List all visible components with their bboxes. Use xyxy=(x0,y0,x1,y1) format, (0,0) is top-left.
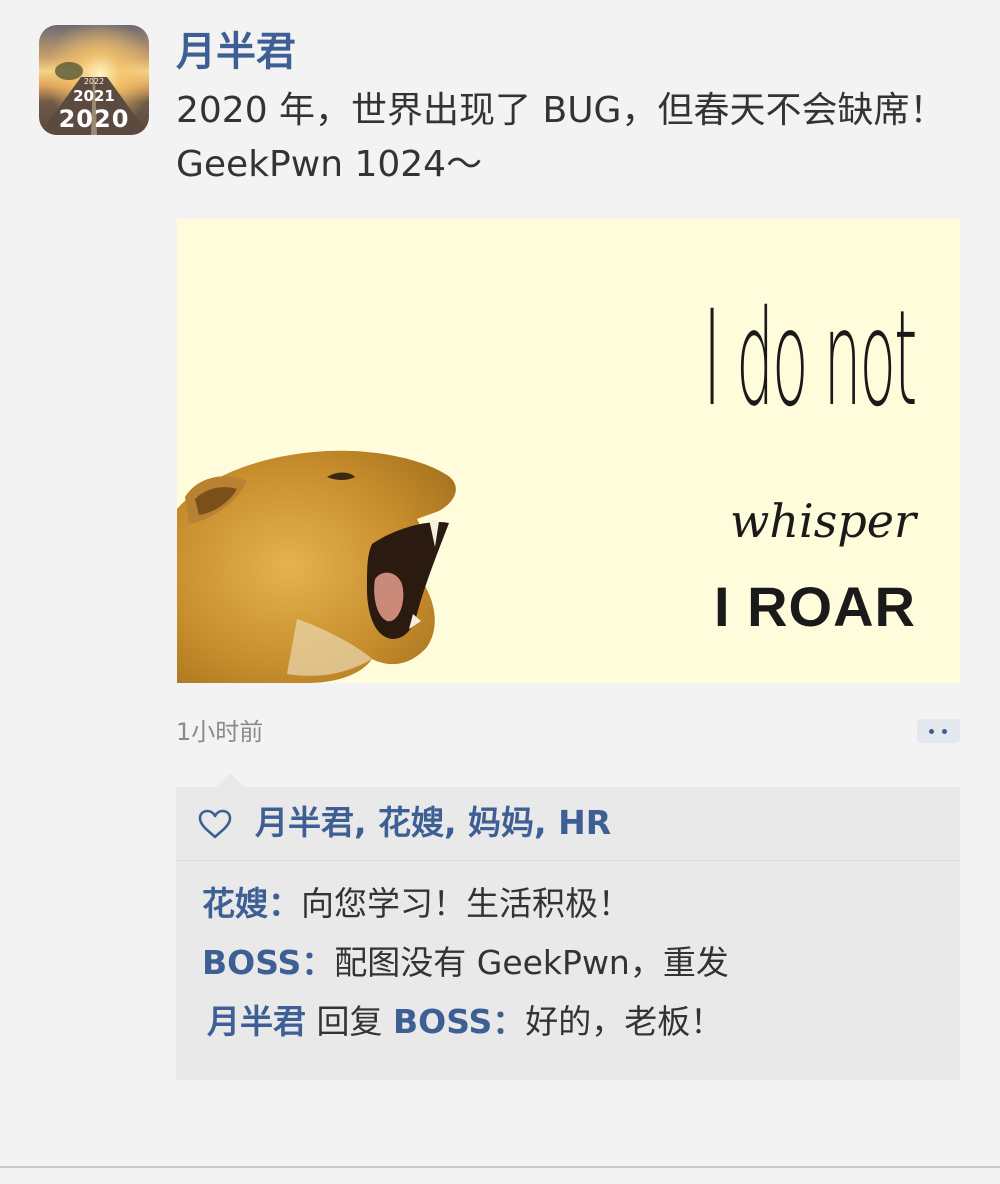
more-options-button[interactable] xyxy=(917,719,960,743)
post-author-name[interactable]: 月半君 xyxy=(176,26,296,78)
comment-separator: ： xyxy=(301,943,335,982)
comment-text: 配图没有 GeekPwn，重发 xyxy=(334,943,729,982)
avatar-year-large: 2020 xyxy=(58,105,130,133)
comment-separator: ： xyxy=(492,1002,526,1041)
comment-reply-to[interactable]: BOSS xyxy=(393,1002,492,1041)
heart-outline-icon xyxy=(198,809,232,839)
dot-icon xyxy=(942,729,947,734)
comment-item[interactable]: BOSS：配图没有 GeekPwn，重发 xyxy=(202,939,729,987)
likes-row: 月半君, 花嫂, 妈妈, HR xyxy=(176,787,960,861)
comment-text: 向您学习！生活积极！ xyxy=(301,884,631,923)
avatar-year-small: 2022 xyxy=(83,77,105,86)
comment-item[interactable]: 花嫂：向您学习！生活积极！ xyxy=(202,880,631,928)
comment-author[interactable]: 花嫂 xyxy=(202,884,268,923)
post-time: 1小时前 xyxy=(176,718,264,746)
comment-box: 月半君, 花嫂, 妈妈, HR 花嫂：向您学习！生活积极！ BOSS：配图没有 … xyxy=(176,787,960,1080)
divider xyxy=(0,1166,1000,1168)
comment-author[interactable]: 月半君 xyxy=(207,1002,306,1041)
image-text-i-do-not: I do not xyxy=(703,282,918,436)
avatar-year-mid: 2021 xyxy=(73,87,115,105)
comment-author[interactable]: BOSS xyxy=(202,943,301,982)
post-text: 2020 年，世界出现了 BUG，但春天不会缺席！GeekPwn 1024～ xyxy=(176,90,946,185)
comment-separator: ： xyxy=(268,884,301,923)
moments-page: 2022 2021 2020 月半君 2020 年，世界出现了 BUG，但春天不… xyxy=(0,0,1000,1184)
dot-icon xyxy=(929,729,934,734)
comment-box-pointer xyxy=(216,773,244,787)
image-text-whisper: whisper xyxy=(730,494,916,548)
avatar[interactable]: 2022 2021 2020 xyxy=(39,25,149,135)
comment-text: 好的，老板！ xyxy=(525,1002,724,1041)
post-image[interactable]: I do not whisper I ROAR xyxy=(177,219,960,683)
comment-item[interactable]: 月半君 回复 BOSS：好的，老板！ xyxy=(207,998,723,1046)
image-text-i-roar: I ROAR xyxy=(714,575,916,638)
comment-reply-word: 回复 xyxy=(306,1002,393,1041)
likes-names[interactable]: 月半君, 花嫂, 妈妈, HR xyxy=(255,801,611,845)
